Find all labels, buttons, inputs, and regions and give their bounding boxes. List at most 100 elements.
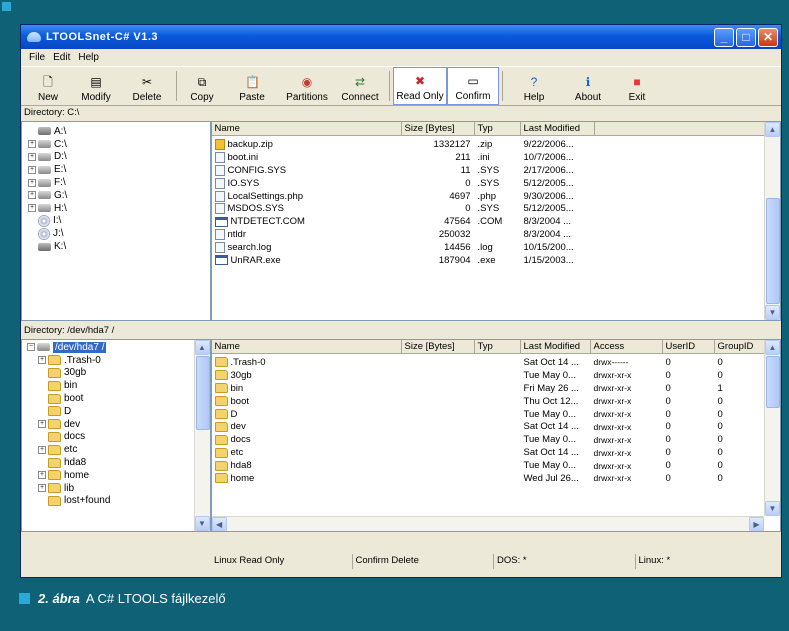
tree-item-docs[interactable]: docs xyxy=(27,431,210,444)
scroll-thumb[interactable] xyxy=(766,198,780,304)
table-row[interactable]: IO.SYS 0 .SYS 5/12/2005... xyxy=(212,177,780,190)
exit-button[interactable]: ■ Exit xyxy=(614,67,660,105)
tree-item-j[interactable]: J:\ xyxy=(28,227,210,240)
linux-list-vertical-scrollbar[interactable]: ▲ ▼ xyxy=(764,340,780,516)
tree-item-dev[interactable]: + dev xyxy=(27,418,210,431)
table-row[interactable]: UnRAR.exe 187904 .exe 1/15/2003... xyxy=(212,254,780,267)
expand-icon[interactable]: + xyxy=(38,356,46,365)
table-row[interactable]: ntldr 250032 8/3/2004 ... xyxy=(212,228,780,241)
scroll-down-button[interactable]: ▼ xyxy=(765,501,780,516)
read-only-button[interactable]: ✖ Read Only xyxy=(393,67,447,105)
tree-item-trash[interactable]: + .Trash-0 xyxy=(27,354,210,367)
table-row[interactable]: docs Tue May 0... drwxr-xr-x 0 0 xyxy=(212,433,780,446)
partitions-button[interactable]: ◉ Partitions xyxy=(280,67,334,105)
column-header-userid[interactable]: UserID xyxy=(663,340,715,353)
expand-icon[interactable]: + xyxy=(28,204,36,213)
expand-icon[interactable]: + xyxy=(28,178,36,187)
scroll-right-button[interactable]: ▶ xyxy=(749,517,764,531)
expand-icon[interactable]: + xyxy=(38,420,46,429)
linux-tree-scrollbar[interactable]: ▲ ▼ xyxy=(193,340,210,531)
menu-edit[interactable]: Edit xyxy=(49,52,74,63)
column-header-modified[interactable]: Last Modified xyxy=(521,340,591,353)
expand-icon[interactable]: + xyxy=(28,140,36,149)
minimize-button[interactable]: _ xyxy=(714,27,734,47)
table-row[interactable]: boot Thu Oct 12... drwxr-xr-x 0 0 xyxy=(212,395,780,408)
connect-button[interactable]: ⇄ Connect xyxy=(334,67,386,105)
scroll-thumb[interactable] xyxy=(766,356,780,408)
tree-item-k[interactable]: K:\ xyxy=(28,240,210,253)
scroll-up-button[interactable]: ▲ xyxy=(765,122,780,137)
tree-item-hda8[interactable]: hda8 xyxy=(27,456,210,469)
modify-button[interactable]: ▤ Modify xyxy=(71,67,121,105)
tree-item-d[interactable]: + D:\ xyxy=(28,151,210,164)
tree-item-lost-found[interactable]: lost+found xyxy=(27,495,210,508)
column-header-typ[interactable]: Typ xyxy=(475,340,521,353)
column-header-size[interactable]: Size [Bytes] xyxy=(402,122,475,135)
column-header-modified[interactable]: Last Modified xyxy=(521,122,595,135)
table-row[interactable]: boot.ini 211 .ini 10/7/2006... xyxy=(212,151,780,164)
expand-icon[interactable]: + xyxy=(28,191,36,200)
dos-vertical-scrollbar[interactable]: ▲ ▼ xyxy=(764,122,780,320)
title-bar[interactable]: LTOOLSnet-C# V1.3 _ □ ✕ xyxy=(21,25,781,49)
column-header-groupid[interactable]: GroupID xyxy=(715,340,768,353)
linux-list-horizontal-scrollbar[interactable]: ◀ ▶ xyxy=(211,516,764,531)
tree-item-c[interactable]: + C:\ xyxy=(28,138,210,151)
table-row[interactable]: D Tue May 0... drwxr-xr-x 0 0 xyxy=(212,408,780,421)
expand-icon[interactable]: + xyxy=(38,471,46,480)
scroll-up-button[interactable]: ▲ xyxy=(194,340,210,355)
delete-button[interactable]: ✂ Delete xyxy=(121,67,173,105)
table-row[interactable]: home Wed Jul 26... drwxr-xr-x 0 0 xyxy=(212,472,780,485)
table-row[interactable]: search.log 14456 .log 10/15/200... xyxy=(212,241,780,254)
collapse-icon[interactable]: − xyxy=(27,343,35,352)
table-row[interactable]: bin Fri May 26 ... drwxr-xr-x 0 1 xyxy=(212,382,780,395)
expand-icon[interactable]: + xyxy=(28,152,36,161)
table-row[interactable]: CONFIG.SYS 11 .SYS 2/17/2006... xyxy=(212,164,780,177)
table-row[interactable]: hda8 Tue May 0... drwxr-xr-x 0 0 xyxy=(212,459,780,472)
scroll-thumb[interactable] xyxy=(195,356,210,430)
column-header-size[interactable]: Size [Bytes] xyxy=(402,340,475,353)
table-row[interactable]: backup.zip 1332127 .zip 9/22/2006... xyxy=(212,138,780,151)
scroll-down-button[interactable]: ▼ xyxy=(765,305,780,320)
menu-file[interactable]: File xyxy=(25,52,49,63)
tree-item-f[interactable]: + F:\ xyxy=(28,176,210,189)
close-button[interactable]: ✕ xyxy=(758,27,778,47)
tree-item-root[interactable]: − /dev/hda7 / xyxy=(27,341,210,354)
copy-button[interactable]: ⧉ Copy xyxy=(180,67,224,105)
column-header-name[interactable]: Name xyxy=(212,340,402,353)
scroll-down-button[interactable]: ▼ xyxy=(194,516,210,531)
tree-item-g[interactable]: + G:\ xyxy=(28,189,210,202)
table-row[interactable]: MSDOS.SYS 0 .SYS 5/12/2005... xyxy=(212,202,780,215)
tree-item-30gb[interactable]: 30gb xyxy=(27,367,210,380)
tree-item-lib[interactable]: + lib xyxy=(27,482,210,495)
menu-help[interactable]: Help xyxy=(74,52,103,63)
scroll-up-button[interactable]: ▲ xyxy=(765,340,780,355)
table-row[interactable]: etc Sat Oct 14 ... drwxr-xr-x 0 0 xyxy=(212,446,780,459)
table-row[interactable]: NTDETECT.COM 47564 .COM 8/3/2004 ... xyxy=(212,215,780,228)
table-row[interactable]: LocalSettings.php 4697 .php 9/30/2006... xyxy=(212,190,780,203)
tree-item-e[interactable]: + E:\ xyxy=(28,163,210,176)
tree-item-d[interactable]: D xyxy=(27,405,210,418)
tree-item-boot[interactable]: boot xyxy=(27,392,210,405)
tree-item-a[interactable]: A:\ xyxy=(28,125,210,138)
about-button[interactable]: ℹ About xyxy=(562,67,614,105)
column-header-typ[interactable]: Typ xyxy=(475,122,521,135)
column-header-access[interactable]: Access xyxy=(591,340,663,353)
expand-icon[interactable]: + xyxy=(38,445,46,454)
expand-icon[interactable]: + xyxy=(28,165,36,174)
tree-item-etc[interactable]: + etc xyxy=(27,443,210,456)
help-button[interactable]: ? Help xyxy=(506,67,562,105)
table-row[interactable]: dev Sat Oct 14 ... drwxr-xr-x 0 0 xyxy=(212,420,780,433)
expand-icon[interactable]: + xyxy=(38,484,46,493)
table-row[interactable]: .Trash-0 Sat Oct 14 ... drwx------ 0 0 xyxy=(212,356,780,369)
confirm-button[interactable]: ▭ Confirm xyxy=(447,67,499,105)
paste-button[interactable]: 📋 Paste xyxy=(224,67,280,105)
new-button[interactable]: 🗋 New xyxy=(25,67,71,105)
table-row[interactable]: 30gb Tue May 0... drwxr-xr-x 0 0 xyxy=(212,369,780,382)
tree-item-home[interactable]: + home xyxy=(27,469,210,482)
tree-item-bin[interactable]: bin xyxy=(27,379,210,392)
tree-item-h[interactable]: + H:\ xyxy=(28,202,210,215)
maximize-button[interactable]: □ xyxy=(736,27,756,47)
tree-item-i[interactable]: I:\ xyxy=(28,214,210,228)
column-header-name[interactable]: Name xyxy=(212,122,402,135)
scroll-left-button[interactable]: ◀ xyxy=(211,517,227,531)
